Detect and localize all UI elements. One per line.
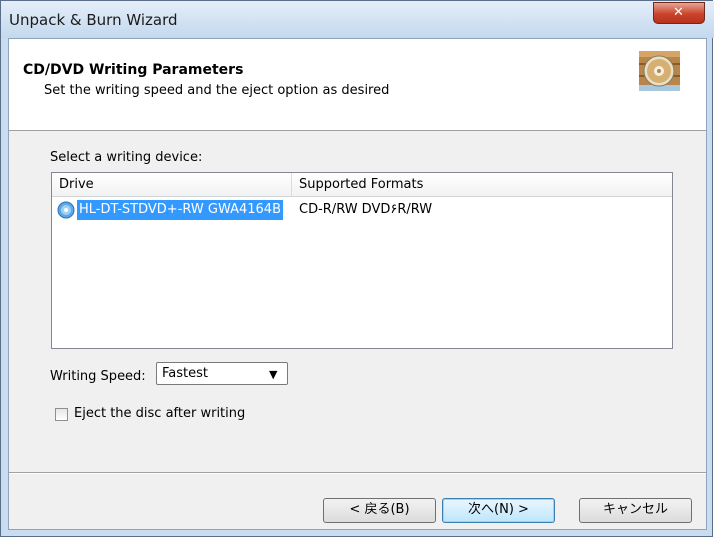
column-header-formats[interactable]: Supported Formats: [292, 173, 672, 196]
speed-label: Writing Speed:: [50, 369, 146, 384]
column-header-drive[interactable]: Drive: [52, 173, 292, 196]
wizard-window: Unpack & Burn Wizard ✕ CD/DVD Writing Pa…: [0, 0, 714, 537]
disc-burn-icon: [639, 51, 680, 91]
cancel-button[interactable]: キャンセル: [579, 498, 692, 523]
wizard-header: CD/DVD Writing Parameters Set the writin…: [9, 39, 706, 131]
list-item[interactable]: HL-DT-STDVD+-RW GWA4164B CD-R/RW DVD۶R/R…: [52, 200, 672, 220]
close-button[interactable]: ✕: [653, 2, 705, 24]
wizard-body: CD/DVD Writing Parameters Set the writin…: [8, 38, 707, 530]
device-list[interactable]: Drive Supported Formats HL-DT-STDVD+-RW …: [51, 172, 673, 349]
window-title: Unpack & Burn Wizard: [9, 11, 178, 29]
eject-checkbox[interactable]: [55, 408, 68, 421]
speed-value: Fastest: [162, 366, 208, 381]
chevron-down-icon: ▼: [269, 368, 278, 381]
next-button[interactable]: 次へ(N) >: [442, 498, 555, 523]
drive-name: HL-DT-STDVD+-RW GWA4164B: [77, 200, 283, 220]
column-header-label: Drive: [59, 177, 94, 192]
page-subtitle: Set the writing speed and the eject opti…: [44, 83, 390, 98]
footer-divider: [9, 472, 706, 474]
title-bar[interactable]: Unpack & Burn Wizard ✕: [1, 1, 714, 38]
close-icon: ✕: [673, 5, 684, 20]
drive-formats: CD-R/RW DVD۶R/RW: [299, 202, 433, 217]
eject-label[interactable]: Eject the disc after writing: [74, 406, 245, 421]
back-button[interactable]: < 戻る(B): [323, 498, 436, 523]
writing-speed-select[interactable]: Fastest ▼: [156, 362, 288, 385]
page-title: CD/DVD Writing Parameters: [23, 62, 244, 78]
device-label: Select a writing device:: [50, 150, 203, 165]
column-header-label: Supported Formats: [299, 177, 424, 192]
cd-drive-icon: [57, 201, 75, 219]
list-header: Drive Supported Formats: [52, 173, 672, 197]
